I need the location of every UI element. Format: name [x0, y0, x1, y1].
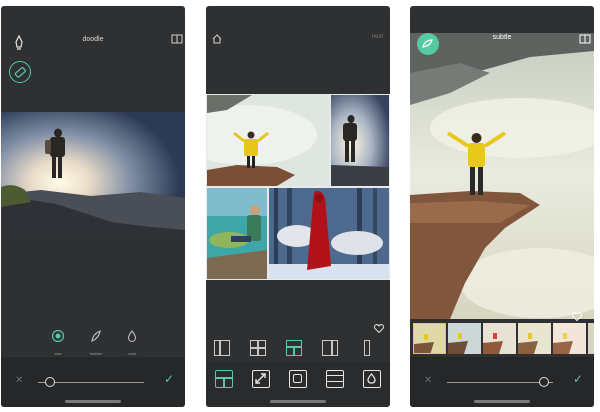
layout-option-1[interactable] — [214, 340, 230, 356]
screen-title: doodle — [82, 36, 104, 43]
layout-option-3[interactable] — [286, 340, 302, 356]
photo-cliff-clouds[interactable] — [410, 33, 594, 319]
filter-thumbnail[interactable] — [588, 323, 594, 354]
feather-tool-button[interactable]: feather — [86, 329, 106, 356]
feather-label: feather — [89, 351, 103, 356]
resize-tool-icon[interactable] — [252, 370, 270, 388]
brush-icon[interactable] — [10, 34, 28, 52]
cancel-icon[interactable]: ✕ — [424, 375, 432, 386]
size-tool-button[interactable]: size — [49, 329, 67, 356]
filter-thumbnail[interactable] — [413, 323, 446, 354]
border-tool-icon[interactable] — [289, 370, 307, 388]
layout-options — [206, 338, 390, 360]
confirm-icon[interactable]: ✓ — [573, 372, 583, 386]
home-indicator — [474, 400, 530, 403]
compare-icon[interactable] — [579, 31, 591, 44]
size-label: size — [54, 351, 62, 356]
filter-thumbnail[interactable] — [553, 323, 586, 354]
layout-option-2[interactable] — [250, 340, 266, 356]
collage-photo-forest[interactable] — [269, 188, 389, 279]
layout-option-5[interactable] — [364, 340, 370, 356]
layout-tool-icon[interactable] — [215, 370, 233, 388]
color-drop-icon — [127, 330, 137, 343]
eraser-icon[interactable] — [9, 61, 31, 83]
filter-thumbnail[interactable] — [518, 323, 551, 354]
filter-thumbnail[interactable] — [448, 323, 481, 354]
confirm-icon[interactable]: ✓ — [164, 372, 174, 386]
home-indicator — [65, 400, 121, 403]
background-tool-icon[interactable] — [363, 370, 381, 388]
collage-photo-cliff[interactable] — [207, 95, 329, 186]
collage-photo-hiker[interactable] — [331, 95, 389, 186]
color-tool-button[interactable]: color — [123, 329, 141, 356]
home-indicator — [270, 400, 326, 403]
intensity-slider-knob[interactable] — [539, 377, 550, 387]
layout-option-4[interactable] — [322, 340, 338, 356]
heart-icon[interactable] — [571, 308, 583, 322]
compare-icon[interactable] — [171, 31, 183, 44]
collage-photo-shore[interactable] — [207, 188, 267, 279]
size-icon — [51, 329, 65, 343]
color-label: color — [127, 351, 137, 356]
photo-hiker-sunset[interactable] — [1, 112, 185, 239]
doodle-slider-knob[interactable] — [45, 377, 56, 387]
collage-canvas — [206, 94, 390, 280]
filter-screen: subtle ✕ ✓ — [410, 6, 594, 407]
filter-thumbnail[interactable] — [483, 323, 516, 354]
filter-strip — [410, 323, 594, 355]
next-button[interactable]: next — [372, 34, 383, 40]
screen-title: subtle — [492, 34, 512, 41]
spacing-tool-icon[interactable] — [326, 370, 344, 388]
cancel-icon[interactable]: ✕ — [15, 375, 23, 386]
feather-icon — [91, 330, 101, 342]
collage-screen: next — [206, 6, 390, 407]
doodle-screen: doodle size feather color ✕ ✓ — [1, 6, 185, 407]
heart-icon[interactable] — [373, 320, 385, 334]
home-icon[interactable] — [212, 31, 222, 44]
intensity-slider[interactable] — [447, 382, 553, 383]
